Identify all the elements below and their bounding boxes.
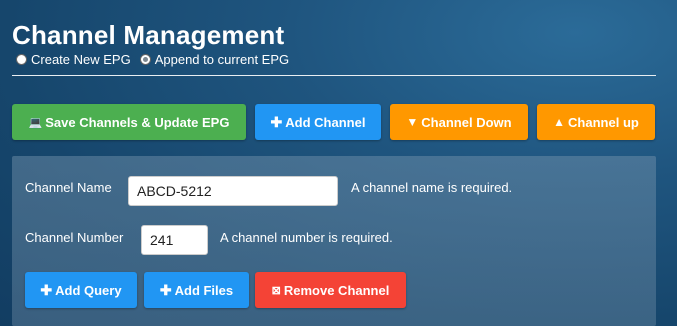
channel-number-hint: A channel number is required. <box>220 230 393 245</box>
remove-channel-label: Remove Channel <box>283 282 390 298</box>
channel-name-input[interactable]: ABCD-5212 <box>128 176 338 206</box>
plus-icon: ✚ <box>40 281 53 298</box>
channel-up-button[interactable]: ▲ Channel up <box>537 104 655 140</box>
add-query-button[interactable]: ✚ Add Query <box>25 272 137 308</box>
channel-number-label: Channel Number <box>25 230 124 245</box>
header-divider <box>12 75 656 76</box>
computer-icon: 💻 <box>28 116 43 129</box>
remove-icon: ⊠ <box>271 284 281 297</box>
radio-button-icon[interactable] <box>16 54 27 65</box>
radio-create-new-epg[interactable]: Create New EPG <box>16 52 131 67</box>
channel-down-button[interactable]: ▼ Channel Down <box>390 104 528 140</box>
remove-channel-button[interactable]: ⊠ Remove Channel <box>255 272 406 308</box>
channel-up-label: Channel up <box>568 114 639 130</box>
channel-down-label: Channel Down <box>421 114 512 130</box>
radio-label: Create New EPG <box>31 52 131 67</box>
plus-icon: ✚ <box>159 281 172 298</box>
arrow-down-icon: ▼ <box>406 115 419 129</box>
channel-name-label: Channel Name <box>25 180 112 195</box>
save-channels-label: Save Channels & Update EPG <box>45 114 230 130</box>
radio-label: Append to current EPG <box>154 52 290 67</box>
channel-number-input[interactable]: 241 <box>141 225 208 255</box>
radio-button-checked-icon[interactable] <box>139 54 151 65</box>
add-channel-button[interactable]: ✚ Add Channel <box>255 104 381 140</box>
epg-mode-radio-group: Create New EPG Append to current EPG <box>16 52 289 67</box>
radio-append-epg[interactable]: Append to current EPG <box>139 52 290 67</box>
arrow-up-icon: ▲ <box>553 115 566 129</box>
add-files-label: Add Files <box>174 282 234 298</box>
add-query-label: Add Query <box>55 282 122 298</box>
save-channels-button[interactable]: 💻 Save Channels & Update EPG <box>12 104 246 140</box>
add-channel-label: Add Channel <box>285 114 366 130</box>
channel-name-hint: A channel name is required. <box>351 180 513 195</box>
plus-icon: ✚ <box>270 113 283 130</box>
add-files-button[interactable]: ✚ Add Files <box>144 272 249 308</box>
page-title: Channel Management <box>12 20 285 50</box>
